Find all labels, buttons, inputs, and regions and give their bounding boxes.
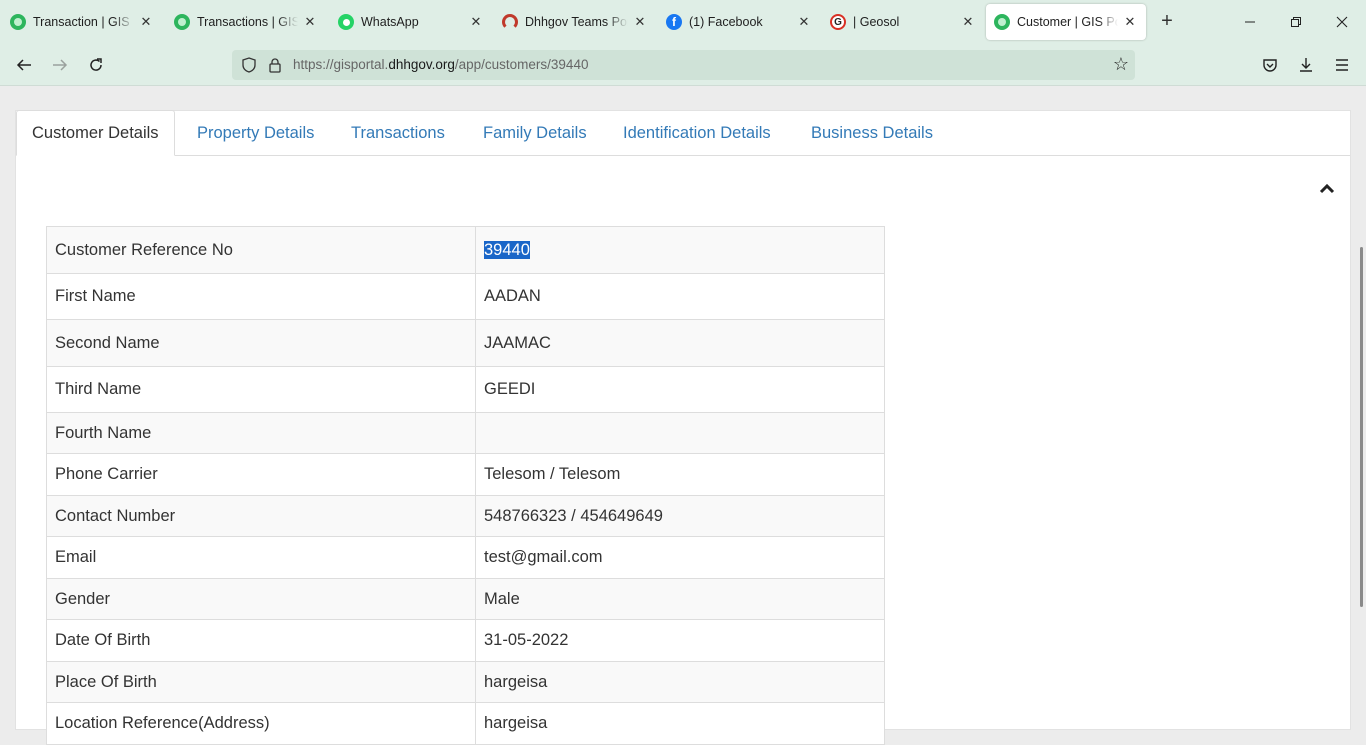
url-text[interactable]: https://gisportal.dhhgov.org/app/custome… — [293, 57, 588, 72]
field-label: Email — [46, 536, 476, 579]
field-value: GEEDI — [475, 366, 885, 413]
restore-icon[interactable] — [1282, 8, 1310, 36]
table-row: Email test@gmail.com — [46, 536, 885, 579]
back-arrow-icon[interactable] — [11, 53, 37, 77]
dhhgov-icon — [502, 14, 518, 30]
tab-family-details[interactable]: Family Details — [483, 111, 587, 156]
customer-card: Customer Details Property Details Transa… — [15, 110, 1351, 745]
geosol-icon: G — [830, 14, 846, 30]
field-label: Date Of Birth — [46, 619, 476, 662]
tab-customer-details[interactable]: Customer Details — [16, 110, 175, 156]
tab-transactions[interactable]: Transactions — [351, 111, 445, 156]
close-icon[interactable]: ✕ — [468, 14, 484, 30]
lock-icon[interactable] — [268, 57, 282, 73]
table-row: Phone Carrier Telesom / Telesom — [46, 453, 885, 496]
forward-arrow-icon[interactable] — [47, 53, 73, 77]
table-row: Second Name JAAMAC — [46, 319, 885, 367]
browser-tab-title: (1) Facebook — [689, 15, 763, 29]
field-label: Fourth Name — [46, 412, 476, 454]
download-icon[interactable] — [1294, 53, 1318, 77]
page-scrollbar[interactable] — [1360, 247, 1363, 607]
close-icon[interactable]: ✕ — [960, 14, 976, 30]
address-bar[interactable]: https://gisportal.dhhgov.org/app/custome… — [232, 50, 1135, 80]
chevron-up-icon[interactable] — [1318, 180, 1336, 198]
gis-leaf-icon — [10, 14, 26, 30]
tab-business-details[interactable]: Business Details — [811, 111, 933, 156]
gis-leaf-icon — [174, 14, 190, 30]
shield-icon[interactable] — [242, 57, 256, 73]
field-value: hargeisa — [475, 661, 885, 703]
browser-tab-title: Dhhgov Teams Portal — [525, 15, 628, 29]
browser-tab-active[interactable]: Customer | GIS Portal ✕ — [986, 4, 1146, 40]
url-path: /app/customers/39440 — [454, 57, 589, 72]
close-window-icon[interactable] — [1328, 8, 1356, 36]
tab-identification-details[interactable]: Identification Details — [623, 111, 771, 156]
reload-icon[interactable] — [83, 53, 109, 77]
field-value[interactable]: 39440 — [475, 226, 885, 274]
field-value: AADAN — [475, 273, 885, 320]
browser-tab-3[interactable]: WhatsApp ✕ — [338, 4, 484, 40]
table-row: Third Name GEEDI — [46, 366, 885, 413]
table-row: Location Reference(Address) hargeisa — [46, 702, 885, 745]
field-label: Contact Number — [46, 495, 476, 537]
field-label: Phone Carrier — [46, 453, 476, 496]
table-row: Date Of Birth 31-05-2022 — [46, 619, 885, 662]
browser-tab-4[interactable]: Dhhgov Teams Portal ✕ — [502, 4, 648, 40]
close-icon[interactable]: ✕ — [632, 14, 648, 30]
customer-reference-value[interactable]: 39440 — [484, 240, 530, 259]
table-row: Customer Reference No 39440 — [46, 226, 885, 274]
field-value: Male — [475, 578, 885, 620]
field-value: test@gmail.com — [475, 536, 885, 579]
browser-tab-title: Transaction | GIS Portal — [33, 15, 134, 29]
details-tab-bar: Customer Details Property Details Transa… — [16, 110, 1350, 156]
field-value: 548766323 / 454649649 — [475, 495, 885, 537]
browser-tab-1[interactable]: Transaction | GIS Portal ✕ — [10, 4, 154, 40]
field-label: Third Name — [46, 366, 476, 413]
url-prefix: https://gisportal. — [293, 57, 389, 72]
hamburger-menu-icon[interactable] — [1330, 53, 1354, 77]
table-row: Gender Male — [46, 578, 885, 620]
field-label: First Name — [46, 273, 476, 320]
browser-tab-title: WhatsApp — [361, 15, 419, 29]
field-value: JAAMAC — [475, 319, 885, 367]
browser-tab-title: | Geosol — [853, 15, 900, 29]
browser-tab-5[interactable]: f (1) Facebook ✕ — [666, 4, 812, 40]
pocket-icon[interactable] — [1258, 53, 1282, 77]
minimize-icon[interactable] — [1236, 8, 1264, 36]
field-label: Location Reference(Address) — [46, 702, 476, 745]
browser-tab-title: Customer | GIS Portal — [1017, 15, 1118, 29]
close-icon[interactable]: ✕ — [1122, 14, 1138, 30]
whatsapp-icon — [338, 14, 354, 30]
close-icon[interactable]: ✕ — [302, 14, 318, 30]
browser-tab-6[interactable]: G | Geosol ✕ — [830, 4, 976, 40]
close-icon[interactable]: ✕ — [138, 14, 154, 30]
close-icon[interactable]: ✕ — [796, 14, 812, 30]
field-label: Place Of Birth — [46, 661, 476, 703]
table-row: Place Of Birth hargeisa — [46, 661, 885, 703]
facebook-icon: f — [666, 14, 682, 30]
table-row: Fourth Name — [46, 412, 885, 454]
tab-property-details[interactable]: Property Details — [197, 111, 314, 156]
field-label: Gender — [46, 578, 476, 620]
browser-tab-2[interactable]: Transactions | GIS Portal ✕ — [174, 4, 318, 40]
url-host: dhhgov.org — [388, 57, 455, 72]
field-value: hargeisa — [475, 702, 885, 745]
browser-tab-strip: Transaction | GIS Portal ✕ Transactions … — [0, 0, 1366, 44]
field-value: Telesom / Telesom — [475, 453, 885, 496]
gis-leaf-icon — [994, 14, 1010, 30]
field-value: 31-05-2022 — [475, 619, 885, 662]
customer-details-table: Customer Reference No 39440 First Name A… — [46, 226, 885, 745]
browser-tab-title: Transactions | GIS Portal — [197, 15, 298, 29]
table-row: Contact Number 548766323 / 454649649 — [46, 495, 885, 537]
new-tab-button[interactable]: + — [1156, 10, 1178, 32]
field-label: Customer Reference No — [46, 226, 476, 274]
table-row: First Name AADAN — [46, 273, 885, 320]
bookmark-star-icon[interactable]: ☆ — [1113, 54, 1129, 75]
field-value — [475, 412, 885, 454]
page-content: Customer Details Property Details Transa… — [0, 87, 1366, 745]
field-label: Second Name — [46, 319, 476, 367]
browser-nav-bar: https://gisportal.dhhgov.org/app/custome… — [0, 44, 1366, 86]
